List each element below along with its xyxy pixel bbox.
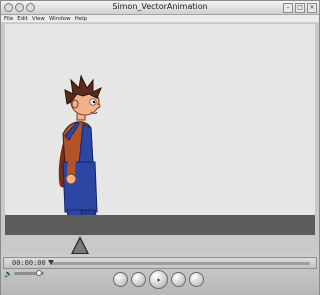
close-icon[interactable]: ×: [307, 3, 317, 13]
play-icon: [157, 277, 161, 282]
player-window: Simon_VectorAnimation – □ × File Edit Vi…: [0, 0, 320, 295]
cartoon-character: [58, 74, 104, 228]
menu-help[interactable]: Help: [75, 15, 88, 22]
title-bar[interactable]: Simon_VectorAnimation – □ ×: [1, 1, 319, 15]
menu-window[interactable]: Window: [49, 15, 71, 22]
timeline-bar[interactable]: 00:00:00: [3, 257, 317, 269]
video-stage[interactable]: [5, 24, 315, 235]
menu-bar: File Edit View Window Help: [1, 15, 319, 23]
volume-control: 🔈: [4, 270, 44, 278]
window-title: Simon_VectorAnimation: [112, 2, 208, 11]
step-forward-button[interactable]: [189, 272, 204, 287]
step-back-button[interactable]: [113, 272, 128, 287]
menu-edit[interactable]: Edit: [17, 15, 28, 22]
scrub-marker-icon: [71, 236, 89, 254]
transport-controls: [113, 270, 204, 289]
rewind-icon: [138, 279, 139, 280]
menu-file[interactable]: File: [4, 15, 13, 22]
play-button[interactable]: [149, 270, 168, 289]
fast-forward-icon: [178, 279, 179, 280]
menu-view[interactable]: View: [32, 15, 45, 22]
timeline-track[interactable]: [50, 262, 310, 265]
speaker-icon[interactable]: 🔈: [4, 270, 13, 278]
step-back-icon: [120, 279, 121, 280]
rewind-button[interactable]: [131, 272, 146, 287]
step-forward-icon: [196, 279, 197, 280]
volume-knob[interactable]: [36, 270, 42, 276]
maximize-icon[interactable]: □: [295, 3, 305, 13]
fast-forward-button[interactable]: [171, 272, 186, 287]
floor: [5, 215, 315, 235]
playhead-icon[interactable]: [48, 260, 54, 265]
timecode: 00:00:00: [12, 259, 46, 267]
volume-slider[interactable]: [14, 270, 44, 276]
minimize-icon[interactable]: –: [283, 3, 293, 13]
window-controls: – □ ×: [283, 3, 317, 13]
